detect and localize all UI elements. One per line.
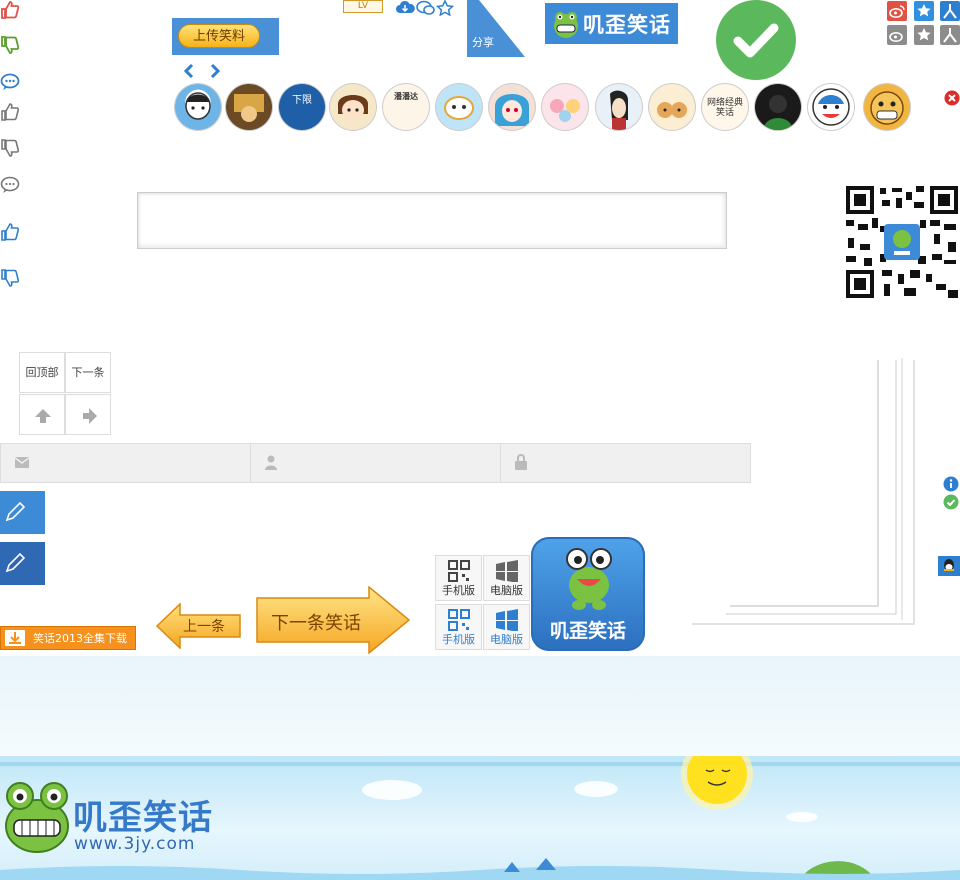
mobile-version-label: 手机版 — [442, 584, 475, 597]
footer-url[interactable]: www.3jy.com — [74, 834, 195, 854]
weibo-icon[interactable] — [887, 1, 907, 21]
weibo-gray-icon[interactable] — [887, 25, 907, 45]
arrow-right-icon — [83, 408, 97, 424]
page-nav: 回顶部 下一条 — [19, 352, 113, 436]
footer-frog-icon — [2, 780, 72, 856]
site-logo[interactable]: 叽歪笑话 — [545, 3, 678, 44]
edit-button[interactable] — [0, 491, 45, 534]
footer: 叽歪笑话 www.3jy.com — [0, 756, 960, 880]
prev-button[interactable]: 上一条 — [156, 603, 242, 649]
content-textbox[interactable] — [137, 192, 727, 249]
lock-icon — [515, 454, 527, 470]
qr-icon — [447, 560, 470, 582]
app-icon[interactable]: 叽歪笑话 — [531, 537, 645, 651]
renren-icon[interactable] — [940, 1, 960, 21]
user-icon — [265, 455, 277, 470]
thumbs-down-icon[interactable] — [0, 138, 20, 158]
pc-version-button[interactable]: 电脑版 — [483, 555, 530, 601]
pencil-icon — [5, 552, 26, 573]
download-button[interactable]: 笑话2013全集下载 — [0, 626, 136, 650]
mail-icon — [15, 457, 29, 468]
next-item-button[interactable]: 下一条 — [65, 352, 111, 393]
download-icon — [5, 630, 25, 646]
upload-button[interactable]: 上传笑料 — [178, 24, 260, 48]
cloud-icon[interactable] — [395, 0, 415, 14]
avatar-8[interactable] — [542, 84, 588, 130]
avatar-12[interactable] — [755, 84, 801, 130]
avatar-11[interactable]: 网络经典笑话 — [702, 84, 748, 130]
lv-badge: LV — [343, 0, 383, 13]
qzone-star-icon[interactable] — [914, 1, 934, 21]
next-joke-button[interactable]: 下一条笑话 — [256, 586, 411, 654]
avatar-13[interactable] — [808, 84, 854, 130]
mobile-version-button-active[interactable]: 手机版 — [435, 604, 482, 650]
username-field[interactable] — [251, 444, 501, 482]
mobile-version-button[interactable]: 手机版 — [435, 555, 482, 601]
pc-version-label: 电脑版 — [490, 633, 523, 646]
close-icon[interactable] — [944, 90, 960, 106]
share-tab[interactable]: 分享 — [467, 0, 525, 57]
mobile-version-label: 手机版 — [442, 633, 475, 646]
avatar-1[interactable] — [175, 84, 221, 130]
pc-version-label: 电脑版 — [490, 584, 523, 597]
chat-icon[interactable] — [416, 0, 436, 16]
upload-panel: 上传笑料 — [172, 18, 279, 55]
thumbs-up-icon[interactable] — [0, 102, 20, 122]
side-panel — [690, 358, 918, 626]
info-icon[interactable] — [943, 476, 959, 492]
pc-version-button-active[interactable]: 电脑版 — [483, 604, 530, 650]
avatar-2[interactable] — [226, 84, 272, 130]
avatar-6[interactable] — [436, 84, 482, 130]
download-label: 笑话2013全集下载 — [33, 632, 127, 645]
comment-icon[interactable] — [0, 175, 20, 195]
footer-logo-text: 叽歪笑话 — [73, 798, 213, 838]
windows-icon — [495, 560, 518, 582]
renren-gray-icon[interactable] — [940, 25, 960, 45]
prev-label: 上一条 — [183, 619, 225, 635]
success-icon[interactable] — [943, 494, 959, 510]
avatar-4[interactable] — [330, 84, 376, 130]
footer-band — [0, 656, 960, 756]
edit-button-2[interactable] — [0, 542, 45, 585]
arrow-up-button[interactable] — [19, 394, 65, 435]
share-label: 分享 — [472, 36, 494, 49]
avatar-7[interactable] — [489, 84, 535, 130]
next-joke-label: 下一条笑话 — [271, 613, 361, 634]
frog-logo-icon — [551, 9, 581, 39]
app-icon-label: 叽歪笑话 — [549, 620, 626, 642]
check-circle-icon — [716, 0, 796, 80]
avatar-14[interactable] — [864, 84, 910, 130]
star-icon[interactable] — [436, 0, 454, 16]
chevron-right-icon[interactable] — [208, 64, 222, 78]
windows-icon — [495, 609, 518, 631]
email-field[interactable] — [1, 444, 251, 482]
thumbs-down-blue-icon[interactable] — [0, 268, 20, 288]
arrow-right-button[interactable] — [65, 394, 111, 435]
qr-code — [844, 184, 960, 300]
qzone-star-gray-icon[interactable] — [914, 25, 934, 45]
avatar-10[interactable] — [649, 84, 695, 130]
arrow-up-icon — [35, 409, 51, 423]
avatar-3[interactable]: 下限 — [279, 84, 325, 130]
frog-mascot-icon — [566, 548, 612, 610]
back-to-top-button[interactable]: 回顶部 — [19, 352, 65, 393]
qq-icon[interactable] — [938, 556, 960, 576]
thumbs-up-blue-icon[interactable] — [0, 222, 20, 242]
logo-text: 叽歪笑话 — [583, 13, 671, 37]
avatar-9[interactable] — [596, 84, 642, 130]
thumbs-down-green-icon[interactable] — [0, 35, 20, 55]
login-form-row — [0, 443, 751, 483]
thumbs-up-red-icon[interactable] — [0, 0, 20, 20]
comment-blue-icon[interactable] — [0, 72, 20, 92]
avatar-5[interactable]: 潘潘达 — [383, 84, 429, 130]
qr-icon — [447, 609, 470, 631]
pencil-icon — [5, 501, 26, 522]
chevron-left-icon[interactable] — [182, 64, 196, 78]
